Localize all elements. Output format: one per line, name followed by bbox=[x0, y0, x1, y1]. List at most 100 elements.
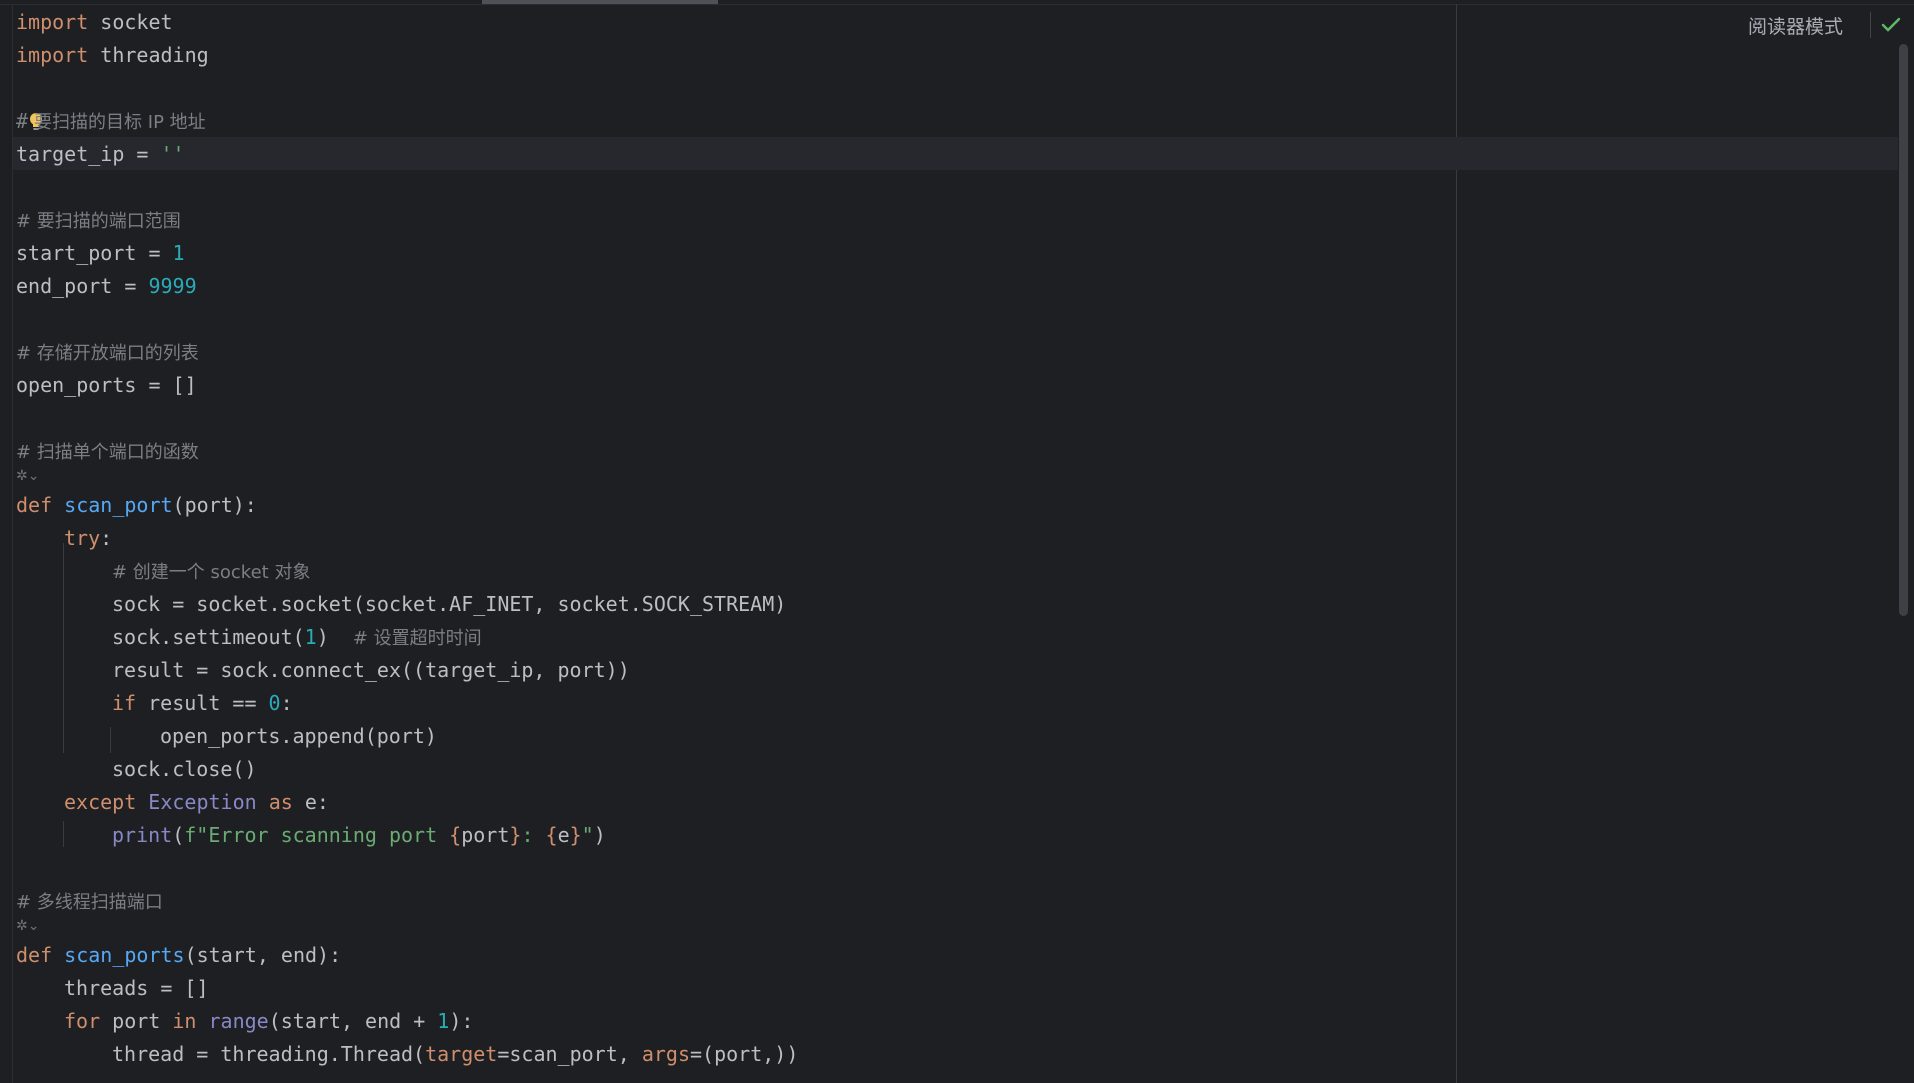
string-literal: : bbox=[521, 823, 546, 847]
indent-guide bbox=[63, 543, 64, 753]
code-text: thread = threading.Thread( bbox=[112, 1042, 426, 1066]
string-literal: " bbox=[581, 823, 594, 847]
code-text: target_ip = bbox=[16, 142, 161, 166]
code-line-18: sock = socket.socket(socket.AF_INET, soc… bbox=[112, 588, 786, 621]
code-line-1: import socket bbox=[16, 6, 173, 39]
function-name: scan_ports bbox=[64, 943, 185, 967]
code-line-12: open_ports = [] bbox=[16, 369, 197, 402]
comment: # bbox=[16, 109, 29, 133]
keyword: import bbox=[16, 10, 89, 34]
code-line-27: # 多线程扫描端口 bbox=[16, 885, 163, 918]
code-line-31: thread = threading.Thread(target=scan_po… bbox=[112, 1038, 798, 1071]
code-line-9: end_port = 9999 bbox=[16, 270, 197, 303]
code-text: port bbox=[100, 1009, 173, 1033]
keyword: in bbox=[172, 1009, 197, 1033]
indent-guide bbox=[110, 727, 111, 753]
keyword-argument: args bbox=[641, 1042, 690, 1066]
code-text: e bbox=[557, 823, 570, 847]
comment: # 要扫描的端口范围 bbox=[16, 211, 181, 232]
code-text: start_port = bbox=[16, 241, 173, 265]
code-line-24: except Exception as e: bbox=[64, 786, 329, 819]
number-literal: 1 bbox=[172, 241, 185, 265]
code-text: (start, end + bbox=[268, 1009, 438, 1033]
code-text: threads = [] bbox=[64, 976, 209, 1000]
code-editor[interactable]: 阅读器模式 ✲⌄ ✲⌄ import socket import threadi… bbox=[0, 0, 1914, 1083]
keyword: for bbox=[64, 1009, 101, 1033]
code-line-15: def scan_port(port): bbox=[16, 489, 257, 522]
code-text: sock.settimeout( bbox=[112, 625, 305, 649]
code-text: open_ports = [] bbox=[16, 373, 197, 397]
code-text: (port): bbox=[172, 493, 257, 517]
code-line-8: start_port = 1 bbox=[16, 237, 185, 270]
code-line-11: # 存储开放端口的列表 bbox=[16, 336, 199, 369]
keyword-argument: target bbox=[425, 1042, 498, 1066]
code-line-14: # 扫描单个端口的函数 bbox=[16, 435, 199, 468]
class-name: Exception bbox=[136, 790, 257, 814]
fstring-brace: } bbox=[509, 823, 522, 847]
code-text: result = sock.connect_ex((target_ip, por… bbox=[112, 658, 630, 682]
code-line-5: target_ip = '' bbox=[16, 138, 185, 171]
code-text: ( bbox=[172, 823, 185, 847]
code-text: ) bbox=[593, 823, 606, 847]
code-line-4: # 要扫描的目标 IP 地址 bbox=[16, 105, 206, 138]
code-line-20: result = sock.connect_ex((target_ip, por… bbox=[112, 654, 630, 687]
reader-mode-button[interactable]: 阅读器模式 bbox=[1748, 12, 1843, 39]
keyword: if bbox=[112, 691, 137, 715]
code-line-17: # 创建一个 socket 对象 bbox=[112, 555, 310, 588]
fstring-brace: { bbox=[545, 823, 558, 847]
comment: # 扫描单个端口的函数 bbox=[16, 442, 199, 463]
inspection-ok-icon[interactable] bbox=[1880, 14, 1902, 36]
code-line-30: for port in range(start, end + 1): bbox=[64, 1005, 473, 1038]
keyword: import bbox=[16, 43, 89, 67]
keyword: def bbox=[16, 493, 53, 517]
fstring-brace: } bbox=[569, 823, 582, 847]
inlay-hint-icon[interactable]: ✲⌄ bbox=[16, 465, 39, 487]
code-line-25: print(f"Error scanning port {port}: {e}"… bbox=[112, 819, 606, 852]
string-literal: f"Error scanning port bbox=[184, 823, 450, 847]
comment: 要扫描的目标 IP 地址 bbox=[34, 112, 206, 133]
code-line-23: sock.close() bbox=[112, 753, 257, 786]
code-line-19: sock.settimeout(1) # 设置超时时间 bbox=[112, 621, 482, 654]
toolbar-separator bbox=[1870, 12, 1871, 38]
code-text: : bbox=[280, 691, 293, 715]
comment: # 多线程扫描端口 bbox=[16, 892, 163, 913]
comment: # 设置超时时间 bbox=[352, 628, 482, 649]
code-text: : bbox=[100, 526, 113, 550]
code-text: open_ports.append(port) bbox=[160, 724, 437, 748]
code-text: =(port,)) bbox=[690, 1042, 799, 1066]
inlay-hint-icon[interactable]: ✲⌄ bbox=[16, 915, 39, 937]
number-literal: 1 bbox=[437, 1009, 450, 1033]
comment: # 创建一个 socket 对象 bbox=[112, 562, 311, 583]
keyword: try bbox=[64, 526, 101, 550]
code-text: e: bbox=[292, 790, 329, 814]
keyword: as bbox=[256, 790, 293, 814]
code-text: result == bbox=[136, 691, 269, 715]
code-text: socket bbox=[88, 10, 173, 34]
string-literal: '' bbox=[160, 142, 185, 166]
vertical-scrollbar-thumb[interactable] bbox=[1899, 44, 1908, 616]
keyword: def bbox=[16, 943, 53, 967]
code-line-28: def scan_ports(start, end): bbox=[16, 939, 341, 972]
current-line-highlight bbox=[13, 137, 1898, 170]
code-text: ): bbox=[449, 1009, 474, 1033]
code-line-7: # 要扫描的端口范围 bbox=[16, 204, 181, 237]
code-line-29: threads = [] bbox=[64, 972, 209, 1005]
top-border bbox=[0, 4, 1914, 5]
code-text: (start, end): bbox=[184, 943, 342, 967]
code-text: end_port = bbox=[16, 274, 149, 298]
number-literal: 1 bbox=[304, 625, 317, 649]
code-line-2: import threading bbox=[16, 39, 209, 72]
code-text: threading bbox=[88, 43, 209, 67]
code-text: port bbox=[461, 823, 510, 847]
number-literal: 0 bbox=[268, 691, 281, 715]
indent-guide bbox=[63, 821, 64, 847]
code-text: sock.close() bbox=[112, 757, 257, 781]
code-text: sock = socket.socket(socket.AF_INET, soc… bbox=[112, 592, 787, 616]
fstring-brace: { bbox=[449, 823, 462, 847]
function-name: scan_port bbox=[64, 493, 173, 517]
number-literal: 9999 bbox=[148, 274, 197, 298]
builtin-function: print bbox=[112, 823, 173, 847]
keyword: except bbox=[64, 790, 137, 814]
code-line-21: if result == 0: bbox=[112, 687, 293, 720]
code-text: ) bbox=[316, 625, 353, 649]
